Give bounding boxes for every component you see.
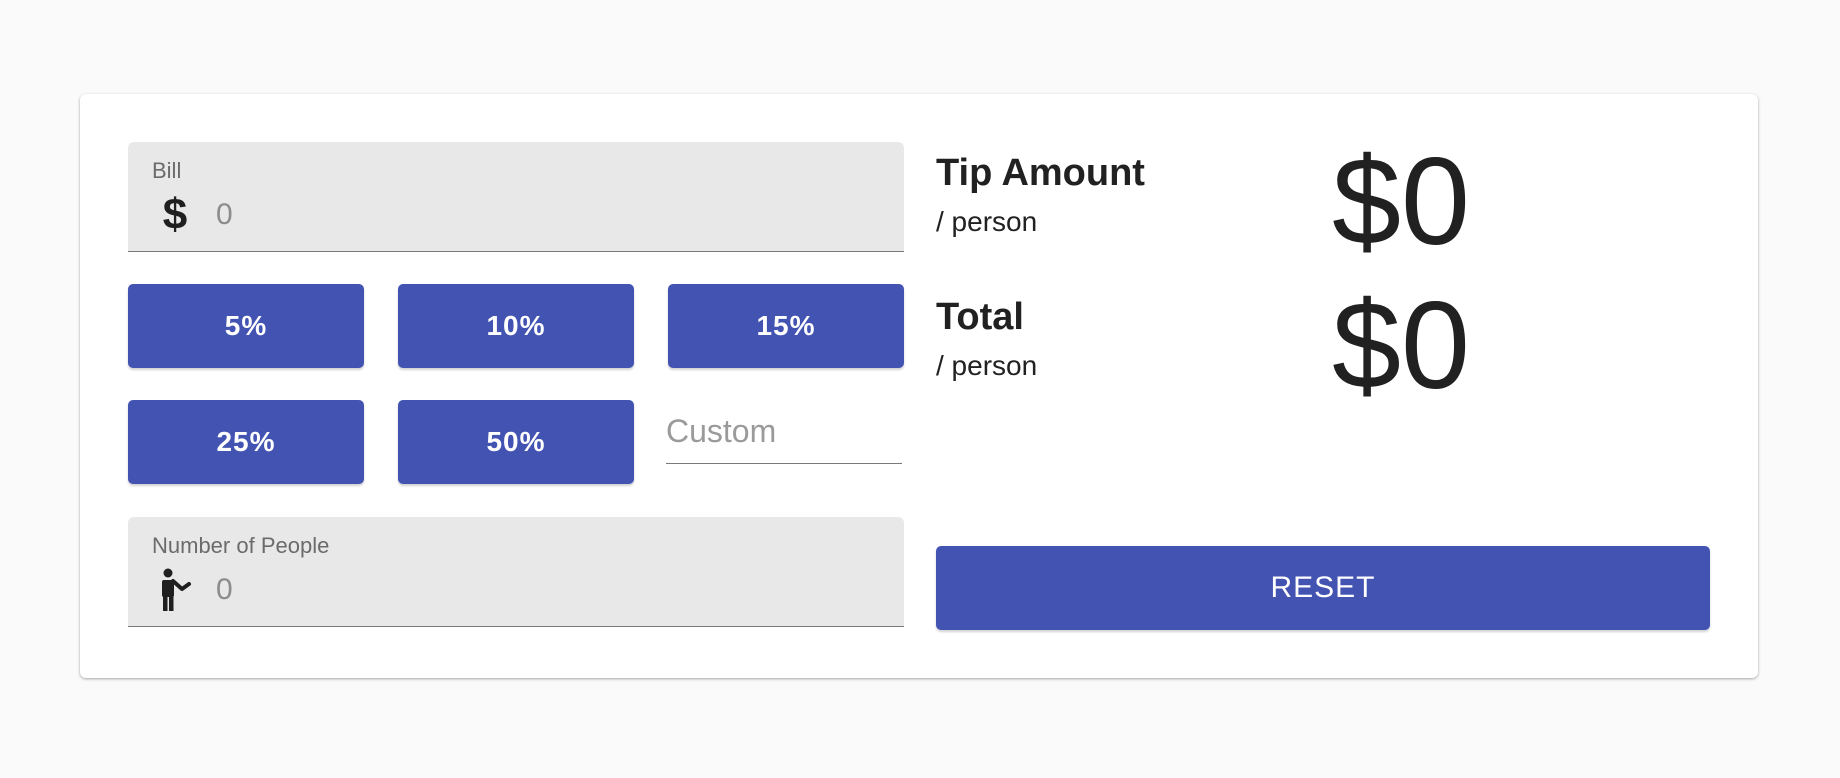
total-value: $0 — [1332, 277, 1470, 415]
total-subtitle: / person — [936, 350, 1038, 381]
person-waving-icon — [158, 567, 192, 613]
tip-50-button[interactable]: 50% — [398, 400, 634, 484]
custom-tip-input[interactable] — [666, 400, 902, 464]
tip-amount-row: Tip Amount / person $0 — [936, 134, 1710, 272]
tip-options: 5% 10% 15% 25% 50% — [128, 284, 904, 484]
bill-input[interactable] — [216, 197, 876, 233]
bill-label: Bill — [152, 158, 182, 183]
bill-field[interactable]: Bill $ — [128, 142, 904, 252]
tip-amount-title: Tip Amount — [936, 152, 1145, 194]
reset-button[interactable]: RESET — [936, 546, 1710, 630]
tip-25-button[interactable]: 25% — [128, 400, 364, 484]
dollar-sign-icon: $ — [162, 190, 188, 239]
people-label: Number of People — [152, 533, 330, 558]
people-field[interactable]: Number of People — [128, 517, 904, 627]
tip-15-button[interactable]: 15% — [668, 284, 904, 368]
people-input[interactable] — [216, 572, 876, 608]
tip-10-button[interactable]: 10% — [398, 284, 634, 368]
total-title: Total — [936, 296, 1024, 338]
tip-amount-subtitle: / person — [936, 206, 1038, 237]
inputs-panel: Bill $ 5% 10% 15% 25% 50% Number of Peop… — [128, 142, 904, 627]
tip-calculator-card: Bill $ 5% 10% 15% 25% 50% Number of Peop… — [80, 94, 1758, 678]
tip-amount-value: $0 — [1332, 133, 1470, 271]
tip-5-button[interactable]: 5% — [128, 284, 364, 368]
results-panel: Tip Amount / person $0 Total / person $0… — [936, 134, 1710, 630]
total-row: Total / person $0 — [936, 278, 1710, 416]
